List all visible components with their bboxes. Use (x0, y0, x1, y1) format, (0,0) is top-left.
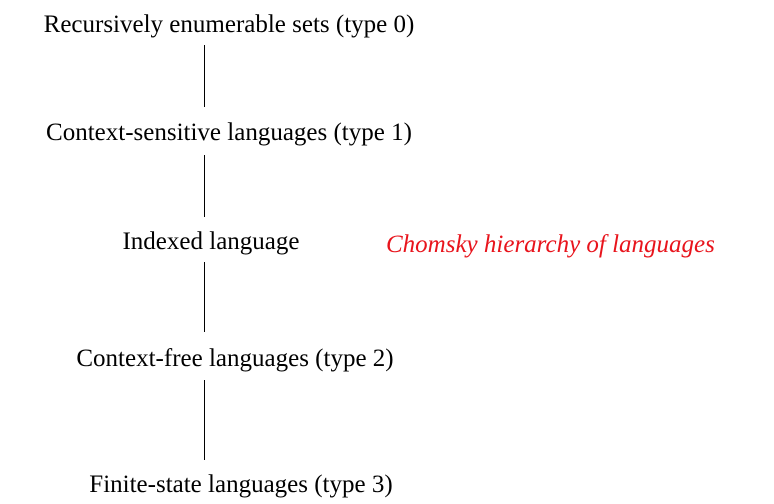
node-type1: Context-sensitive languages (type 1) (46, 119, 412, 146)
node-type2: Context-free languages (type 2) (76, 345, 394, 372)
diagram-caption: Chomsky hierarchy of languages (386, 231, 715, 258)
node-indexed: Indexed language (122, 228, 300, 255)
node-type0: Recursively enumerable sets (type 0) (43, 11, 415, 38)
edge-type2-type3 (204, 380, 205, 460)
edge-type1-indexed (204, 155, 205, 217)
edge-indexed-type2 (204, 262, 205, 332)
node-type3: Finite-state languages (type 3) (89, 471, 393, 498)
edge-type0-type1 (204, 45, 205, 107)
